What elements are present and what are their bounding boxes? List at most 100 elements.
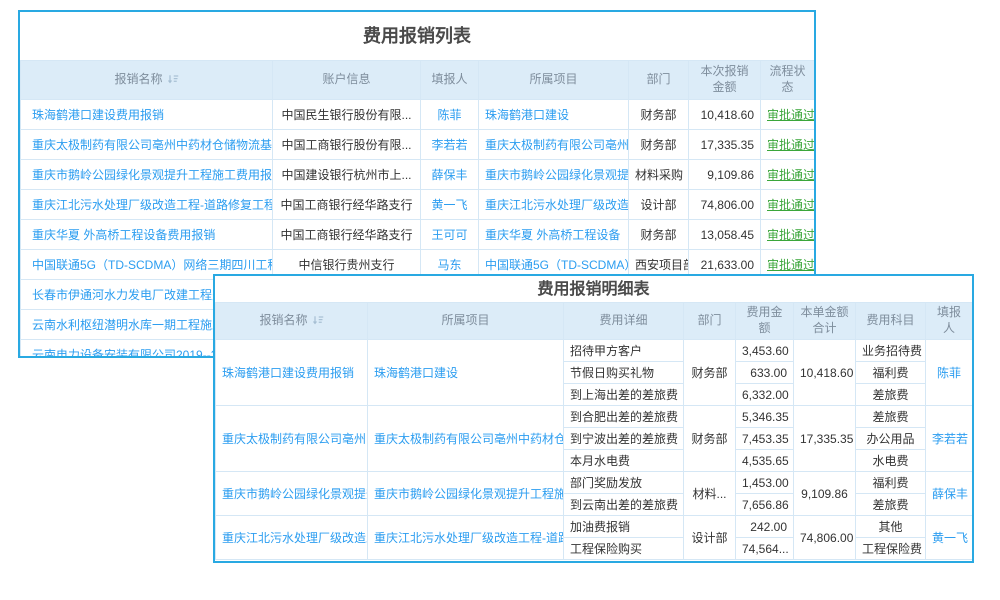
amount-cell: 17,335.35 <box>689 130 761 160</box>
project-link[interactable]: 重庆华夏 外高桥工程设备 <box>485 228 620 242</box>
expense-amount-cell: 633.00 <box>736 362 794 384</box>
filer-link[interactable]: 李若若 <box>431 138 467 152</box>
filer-link[interactable]: 陈菲 <box>937 366 961 380</box>
expense-detail-cell: 到宁波出差的差旅费 <box>564 428 684 450</box>
expense-detail-table: 报销名称 所属项目 费用详细 部门 费用金额 本单金额合计 费用科目 填报人 珠… <box>215 302 973 560</box>
header-project: 所属项目 <box>479 61 629 100</box>
expense-detail-cell: 到合肥出差的差旅费 <box>564 406 684 428</box>
filer-link[interactable]: 马东 <box>437 258 461 272</box>
filer-link[interactable]: 王可可 <box>431 228 467 242</box>
expense-name-link[interactable]: 珠海鹤港口建设费用报销 <box>32 108 164 122</box>
expense-subject-cell: 其他 <box>856 516 926 538</box>
table-row: 重庆江北污水处理厂级改造工程-道路修复工程费用... 中国工商银行经华路支行 黄… <box>21 190 815 220</box>
filer-link[interactable]: 黄一飞 <box>932 531 968 545</box>
project-cell: 重庆华夏 外高桥工程设备 <box>479 220 629 250</box>
project-cell: 珠海鹤港口建设 <box>479 100 629 130</box>
amount-cell: 74,806.00 <box>689 190 761 220</box>
expense-subject-cell: 差旅费 <box>856 384 926 406</box>
expense-name-link[interactable]: 中国联通5G（TD-SCDMA）网络三期四川工程费... <box>32 258 273 272</box>
status-link[interactable]: 审批通过 <box>767 258 815 272</box>
expense-name-cell: 重庆市鹅岭公园绿化景观提升工程 <box>216 472 368 516</box>
expense-name-link[interactable]: 重庆江北污水处理厂级改造工程- <box>222 531 368 545</box>
filer-link[interactable]: 薛保丰 <box>431 168 467 182</box>
header-total-amount: 本单金额合计 <box>794 303 856 340</box>
department-cell: 财务部 <box>629 130 689 160</box>
filer-link[interactable]: 黄一飞 <box>431 198 467 212</box>
project-link[interactable]: 重庆江北污水处理厂级改造工... <box>485 198 629 212</box>
department-cell: 财务部 <box>684 340 736 406</box>
project-link[interactable]: 珠海鹤港口建设 <box>374 366 458 380</box>
expense-name-link[interactable]: 重庆江北污水处理厂级改造工程-道路修复工程费用... <box>32 198 273 212</box>
project-link[interactable]: 重庆市鹅岭公园绿化景观提升... <box>485 168 629 182</box>
project-link[interactable]: 珠海鹤港口建设 <box>485 108 569 122</box>
total-amount-cell: 74,806.00 <box>794 516 856 560</box>
table-row: 重庆华夏 外高桥工程设备费用报销 中国工商银行经华路支行 王可可 重庆华夏 外高… <box>21 220 815 250</box>
account-cell: 中国建设银行杭州市上... <box>273 160 421 190</box>
project-link[interactable]: 重庆市鹅岭公园绿化景观提升工程施工 <box>374 487 564 501</box>
page-canvas: 费用报销列表 报销名称 账户信息 填报人 所属项目 部门 本次报销金额 流程状态 <box>0 0 1000 600</box>
status-link[interactable]: 审批通过 <box>767 108 815 122</box>
expense-name-link[interactable]: 珠海鹤港口建设费用报销 <box>222 366 354 380</box>
expense-detail-cell: 招待甲方客户 <box>564 340 684 362</box>
account-cell: 中国工商银行经华路支行 <box>273 220 421 250</box>
expense-name-cell: 重庆太极制药有限公司亳州中药材 <box>216 406 368 472</box>
status-link[interactable]: 审批通过 <box>767 228 815 242</box>
header-expense-name[interactable]: 报销名称 <box>21 61 273 100</box>
project-link[interactable]: 中国联通5G（TD-SCDMA）网... <box>485 258 629 272</box>
project-link[interactable]: 重庆太极制药有限公司亳州中药材仓储物流 <box>374 432 564 446</box>
total-amount-cell: 17,335.35 <box>794 406 856 472</box>
header-project: 所属项目 <box>368 303 564 340</box>
expense-subject-cell: 办公用品 <box>856 428 926 450</box>
expense-detail-title: 费用报销明细表 <box>215 276 972 302</box>
project-link[interactable]: 重庆江北污水处理厂级改造工程-道路修复工 <box>374 531 564 545</box>
header-department: 部门 <box>684 303 736 340</box>
expense-amount-cell: 1,453.00 <box>736 472 794 494</box>
status-cell: 审批通过 <box>761 130 815 160</box>
project-link[interactable]: 重庆太极制药有限公司亳州中... <box>485 138 629 152</box>
expense-amount-cell: 7,453.35 <box>736 428 794 450</box>
header-department: 部门 <box>629 61 689 100</box>
status-cell: 审批通过 <box>761 220 815 250</box>
filer-link[interactable]: 薛保丰 <box>932 487 968 501</box>
filer-link[interactable]: 陈菲 <box>437 108 461 122</box>
project-cell: 重庆太极制药有限公司亳州中药材仓储物流 <box>368 406 564 472</box>
table-row: 重庆太极制药有限公司亳州中药材仓储物流基地项... 中国工商银行股份有限... … <box>21 130 815 160</box>
total-amount-cell: 9,109.86 <box>794 472 856 516</box>
filer-link[interactable]: 李若若 <box>932 432 968 446</box>
filer-cell: 黄一飞 <box>421 190 479 220</box>
expense-list-title: 费用报销列表 <box>20 12 814 60</box>
filer-cell: 陈菲 <box>926 340 973 406</box>
sort-icon[interactable] <box>312 314 324 326</box>
expense-name-link[interactable]: 重庆华夏 外高桥工程设备费用报销 <box>32 228 215 242</box>
expense-name-link[interactable]: 重庆市鹅岭公园绿化景观提升工程 <box>222 487 368 501</box>
filer-cell: 黄一飞 <box>926 516 973 560</box>
project-cell: 珠海鹤港口建设 <box>368 340 564 406</box>
status-link[interactable]: 审批通过 <box>767 198 815 212</box>
sort-icon[interactable] <box>167 73 179 85</box>
header-account-info: 账户信息 <box>273 61 421 100</box>
department-cell: 设计部 <box>629 190 689 220</box>
account-cell: 中国工商银行经华路支行 <box>273 190 421 220</box>
amount-cell: 9,109.86 <box>689 160 761 190</box>
header-expense-name-label: 报销名称 <box>259 313 307 327</box>
expense-name-cell: 重庆江北污水处理厂级改造工程- <box>216 516 368 560</box>
filer-cell: 李若若 <box>926 406 973 472</box>
header-expense-detail: 费用详细 <box>564 303 684 340</box>
project-cell: 重庆市鹅岭公园绿化景观提升工程施工 <box>368 472 564 516</box>
expense-name-cell: 重庆江北污水处理厂级改造工程-道路修复工程费用... <box>21 190 273 220</box>
filer-cell: 陈菲 <box>421 100 479 130</box>
expense-amount-cell: 242.00 <box>736 516 794 538</box>
header-filer: 填报人 <box>926 303 973 340</box>
expense-amount-cell: 74,564... <box>736 538 794 560</box>
expense-detail-cell: 工程保险购买 <box>564 538 684 560</box>
expense-name-link[interactable]: 重庆太极制药有限公司亳州中药材仓储物流基地项... <box>32 138 273 152</box>
status-link[interactable]: 审批通过 <box>767 138 815 152</box>
status-link[interactable]: 审批通过 <box>767 168 815 182</box>
expense-name-link[interactable]: 重庆市鹅岭公园绿化景观提升工程施工费用报销 <box>32 168 273 182</box>
expense-name-cell: 重庆华夏 外高桥工程设备费用报销 <box>21 220 273 250</box>
expense-detail-cell: 加油费报销 <box>564 516 684 538</box>
detail-header-row: 报销名称 所属项目 费用详细 部门 费用金额 本单金额合计 费用科目 填报人 <box>216 303 973 340</box>
header-expense-amount: 费用金额 <box>736 303 794 340</box>
header-expense-name[interactable]: 报销名称 <box>216 303 368 340</box>
expense-name-link[interactable]: 重庆太极制药有限公司亳州中药材 <box>222 432 368 446</box>
